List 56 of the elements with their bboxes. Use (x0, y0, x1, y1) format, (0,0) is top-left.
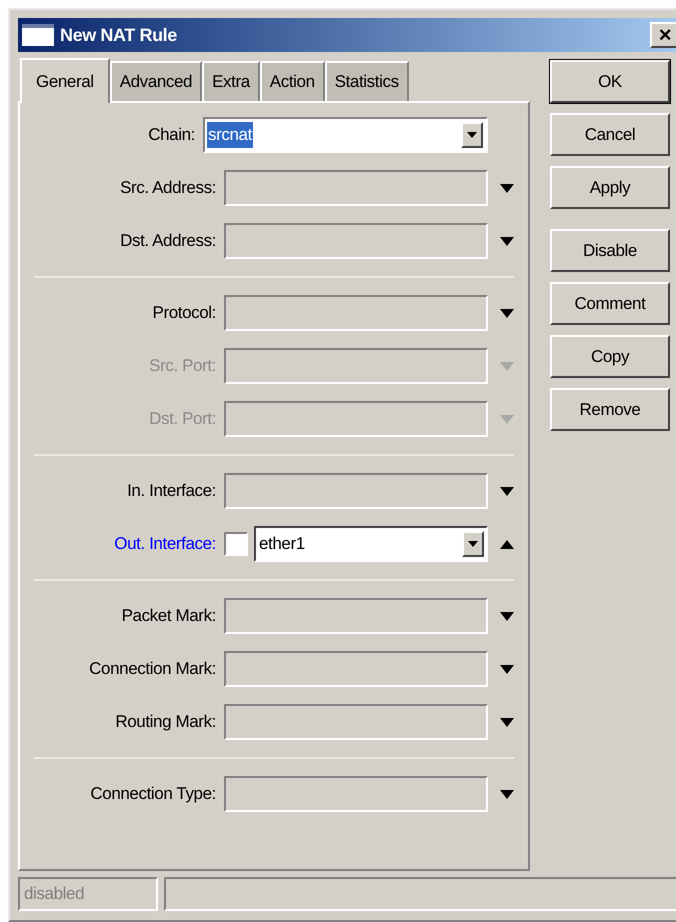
field-label: Protocol: (152, 302, 216, 324)
window-icon (22, 24, 54, 46)
close-button[interactable]: × (650, 22, 676, 48)
field-label: Chain: (147, 124, 195, 146)
field-label: Dst. Port: (148, 408, 216, 430)
expand-arrow-icon[interactable] (500, 184, 514, 192)
caret-icon (467, 132, 477, 138)
expand-arrow-icon[interactable] (500, 612, 514, 620)
caret-icon (468, 541, 478, 547)
field-label: Src. Address: (119, 177, 216, 200)
tab[interactable]: Statistics (324, 61, 409, 101)
input-field[interactable] (224, 295, 488, 331)
tab[interactable]: Action (260, 61, 325, 101)
dropdown-button[interactable] (462, 531, 484, 557)
input-field[interactable] (224, 598, 488, 634)
dropdown-button[interactable] (461, 122, 483, 148)
dropdown-value: srcnat (207, 122, 253, 148)
expand-arrow-icon[interactable] (500, 790, 514, 798)
input-field[interactable] (224, 776, 488, 812)
field-label: Connection Type: (89, 783, 216, 806)
interface-dropdown[interactable]: ether1 (254, 526, 488, 562)
expand-arrow-icon[interactable] (500, 236, 514, 246)
field-label: Src. Port: (148, 355, 216, 378)
dialog-button[interactable]: Apply (550, 166, 670, 209)
input-field[interactable] (224, 651, 488, 687)
field-label: Routing Mark: (114, 711, 216, 734)
input-field[interactable] (224, 223, 488, 259)
tab[interactable]: Extra (202, 61, 260, 101)
dialog-button[interactable]: Comment (550, 282, 670, 325)
field-label: Connection Mark: (88, 658, 216, 680)
expand-arrow-icon[interactable] (500, 486, 514, 496)
input-field[interactable] (224, 473, 488, 509)
expand-arrow-icon[interactable] (500, 308, 514, 318)
input-field[interactable] (224, 704, 488, 740)
checkbox[interactable] (224, 532, 248, 556)
dropdown-value: ether1 (259, 533, 305, 556)
status-text: disabled (24, 883, 84, 906)
input-field[interactable] (224, 170, 488, 206)
window-title: New NAT Rule (60, 24, 177, 46)
dialog-button[interactable]: Cancel (550, 113, 670, 156)
input-field[interactable] (224, 348, 488, 384)
dialog-button[interactable]: Remove (550, 388, 670, 431)
field-label: Out. Interface: (113, 533, 216, 556)
dialog-button[interactable]: Copy (550, 335, 670, 378)
dialog-button[interactable]: OK (550, 60, 670, 103)
field-label: In. Interface: (126, 480, 216, 502)
input-field[interactable] (224, 401, 488, 437)
tab[interactable]: General (20, 58, 110, 103)
dialog-button[interactable]: Disable (550, 229, 670, 272)
chain-dropdown[interactable]: srcnat (203, 117, 488, 153)
field-label: Packet Mark: (120, 605, 216, 628)
field-label: Dst. Address: (119, 230, 216, 252)
expand-arrow-icon[interactable] (500, 664, 514, 674)
expand-arrow-icon[interactable] (500, 718, 514, 726)
collapse-arrow-icon[interactable] (500, 540, 514, 548)
tab[interactable]: Advanced (110, 61, 202, 101)
